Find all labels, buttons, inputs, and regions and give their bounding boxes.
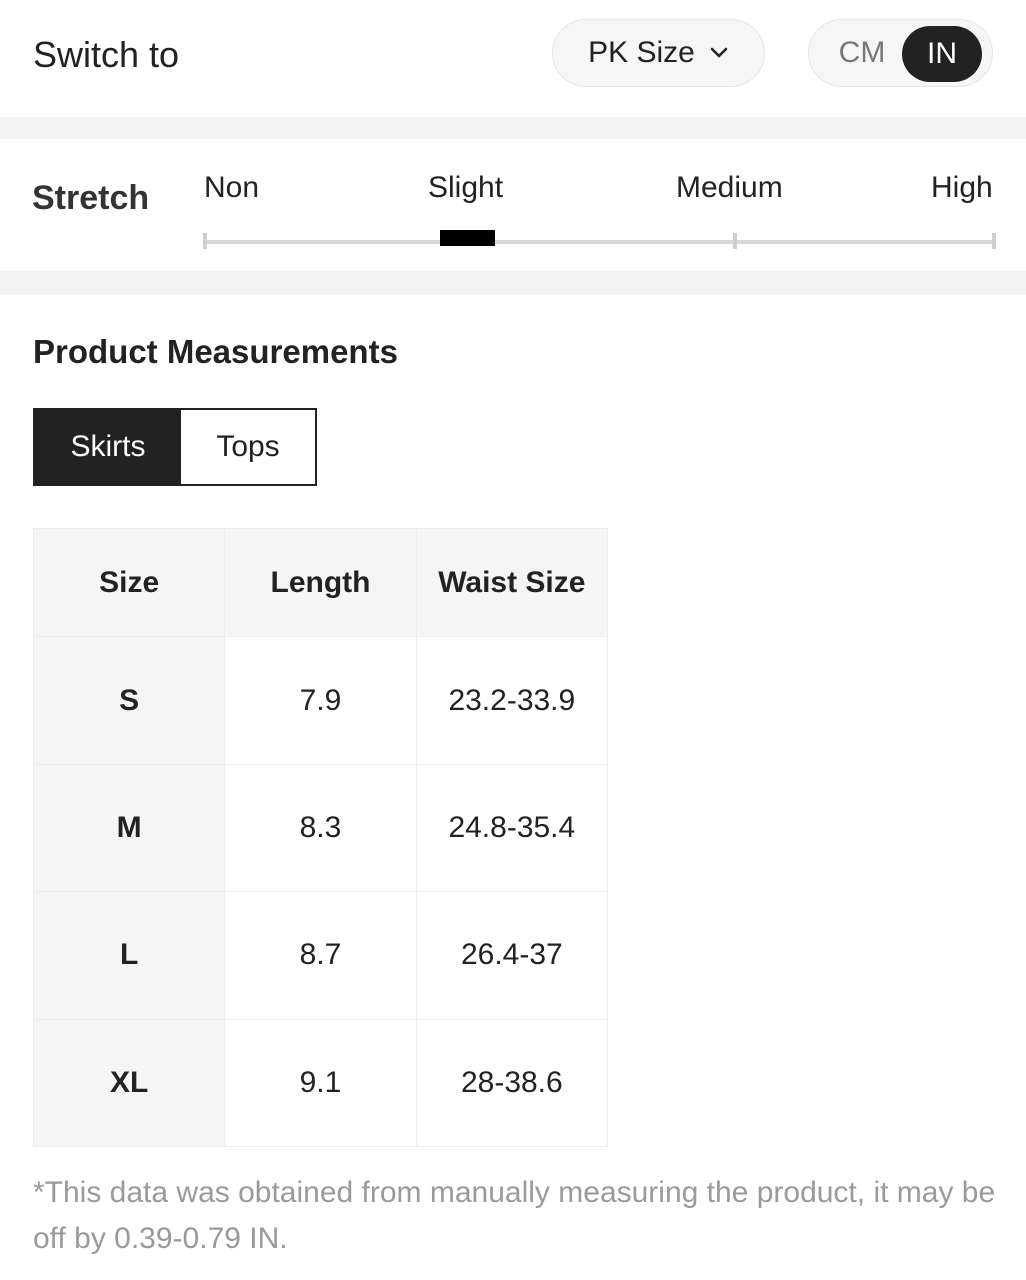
size-cell: L <box>32 891 226 1020</box>
table-header-row: Size Length Waist Size <box>32 527 609 638</box>
table-row: L 8.7 26.4-37 <box>32 891 609 1020</box>
section-divider <box>0 271 1026 295</box>
length-cell: 8.7 <box>224 891 417 1020</box>
size-guide-page: Switch to PK Size CM IN Stretch Non Slig… <box>0 0 1026 1280</box>
table-row: XL 9.1 28-38.6 <box>32 1018 609 1148</box>
measurement-disclaimer: *This data was obtained from manually me… <box>33 1176 996 1255</box>
measurements-table: Size Length Waist Size S 7.9 23.2-33.9 M… <box>32 527 609 1148</box>
stretch-section: Stretch Non Slight Medium High <box>0 139 1026 271</box>
column-header-length: Length <box>224 527 417 638</box>
stretch-tick <box>992 233 996 249</box>
stretch-title: Stretch <box>32 179 150 217</box>
size-cell: XL <box>32 1018 226 1148</box>
waist-size-cell: 23.2-33.9 <box>415 636 609 765</box>
unit-cm-option[interactable]: CM <box>825 20 899 86</box>
tab-tops[interactable]: Tops <box>181 410 315 484</box>
product-measurements-title: Product Measurements <box>33 333 398 370</box>
stretch-selected-marker <box>440 230 495 246</box>
column-header-size: Size <box>32 527 226 638</box>
length-cell: 9.1 <box>224 1018 417 1148</box>
category-tabs: Skirts Tops <box>33 408 317 486</box>
stretch-level-medium: Medium <box>676 171 783 204</box>
length-cell: 7.9 <box>224 636 417 765</box>
tab-skirts[interactable]: Skirts <box>35 410 181 484</box>
unit-toggle: CM IN <box>808 19 993 87</box>
table-row: S 7.9 23.2-33.9 <box>32 636 609 765</box>
length-cell: 8.3 <box>224 763 417 893</box>
waist-size-cell: 28-38.6 <box>415 1018 609 1148</box>
table-row: M 8.3 24.8-35.4 <box>32 763 609 893</box>
switch-to-label: Switch to <box>33 34 180 75</box>
stretch-level-slight: Slight <box>428 171 504 204</box>
waist-size-cell: 26.4-37 <box>415 891 609 1020</box>
size-switch-row: Switch to PK Size CM IN <box>0 0 1026 117</box>
stretch-scale-track <box>205 240 995 244</box>
stretch-tick <box>203 233 207 249</box>
size-cell: M <box>32 763 226 893</box>
stretch-level-high: High <box>931 171 993 204</box>
column-header-waist-size: Waist Size <box>415 527 609 638</box>
size-system-dropdown[interactable]: PK Size <box>552 19 765 87</box>
size-cell: S <box>32 636 226 765</box>
size-system-value: PK Size <box>588 36 695 69</box>
section-divider <box>0 117 1026 139</box>
unit-in-option[interactable]: IN <box>902 26 982 82</box>
chevron-down-icon <box>710 47 728 58</box>
waist-size-cell: 24.8-35.4 <box>415 763 609 893</box>
stretch-tick <box>733 233 737 249</box>
stretch-level-non: Non <box>204 171 260 204</box>
